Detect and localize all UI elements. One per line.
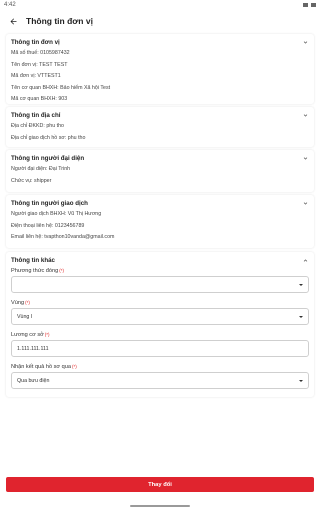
required-mark: (*): [59, 268, 64, 273]
change-button[interactable]: Thay đổi: [6, 477, 314, 492]
back-button[interactable]: [6, 14, 20, 28]
representative-info-header[interactable]: Thông tin người đại diện: [11, 153, 309, 164]
chevron-down-icon: [301, 112, 309, 120]
unit-code-text: Mã đơn vị: VTTEST1: [11, 73, 61, 80]
wifi-icon: [303, 3, 308, 7]
battery-icon: [311, 3, 316, 7]
unit-info-header[interactable]: Thông tin đơn vị: [11, 37, 309, 48]
status-bar: 4:42: [0, 0, 320, 10]
dropdown-arrow-icon: [299, 283, 303, 286]
chevron-down-icon: [301, 200, 309, 208]
unit-info-card: Thông tin đơn vị Mã số thuế: 0105987432 …: [6, 34, 314, 104]
unit-name-text: Tên đơn vị: TEST TEST: [11, 61, 68, 68]
other-info-header[interactable]: Thông tin khác: [11, 255, 309, 266]
main-content: Thông tin đơn vị Mã số thuế: 0105987432 …: [0, 34, 320, 400]
chevron-down-icon: [301, 155, 309, 163]
status-icons: [303, 3, 316, 7]
status-time: 4:42: [4, 2, 16, 8]
representative-text: Người đại diện: Đại Trinh: [11, 166, 71, 172]
position-text: Chức vụ: shipper: [11, 177, 52, 184]
agency-code-text: Mã cơ quan BHXH: 903: [11, 96, 68, 103]
receive-method-select[interactable]: Qua bưu điện: [11, 372, 309, 389]
page-title: Thông tin đơn vị: [26, 16, 93, 26]
receive-method-value: Qua bưu điện: [17, 377, 50, 384]
base-salary-input[interactable]: 1.111.111.111: [11, 340, 309, 357]
contact-phone-text: Điện thoại liên hệ: 0123456789: [11, 222, 85, 229]
address-info-card: Thông tin địa chỉ Địa chỉ ĐKKD: phu tho …: [6, 107, 314, 147]
address-info-header[interactable]: Thông tin địa chỉ: [11, 110, 309, 121]
required-mark: (*): [44, 332, 50, 337]
representative-info-card: Thông tin người đại diện Người đại diện:…: [6, 150, 314, 192]
contact-email-text: Email liên hệ: tvapthon10vanda@gmail.com: [11, 234, 115, 241]
payment-method-select[interactable]: [11, 276, 309, 293]
contact-info-card: Thông tin người giao dịch Người giao dịc…: [6, 195, 314, 248]
contact-person-text: Người giao dịch BHXH: Vũ Thị Hương: [11, 211, 102, 217]
required-mark: (*): [71, 364, 77, 369]
section-title: Thông tin người giao dịch: [11, 200, 88, 207]
gesture-bar: [130, 505, 190, 507]
payment-method-label: Phương thức đóng(*): [11, 268, 64, 274]
chevron-up-icon: [301, 257, 309, 265]
base-salary-label: Lương cơ sở(*): [11, 332, 50, 338]
chevron-down-icon: [301, 39, 309, 47]
dropdown-arrow-icon: [299, 315, 303, 318]
region-value: Vùng I: [17, 313, 33, 320]
required-mark: (*): [25, 300, 30, 305]
region-select[interactable]: Vùng I: [11, 308, 309, 325]
section-title: Thông tin đơn vị: [11, 39, 60, 46]
contact-info-header[interactable]: Thông tin người giao dịch: [11, 198, 309, 209]
region-label: Vùng(*): [11, 300, 30, 306]
section-title: Thông tin người đại diện: [11, 155, 85, 162]
transaction-address-text: Địa chỉ giao dịch hồ sơ: phu tho: [11, 134, 86, 141]
base-salary-value: 1.111.111.111: [17, 345, 49, 352]
arrow-left-icon: [10, 18, 16, 24]
business-address-text: Địa chỉ ĐKKD: phu tho: [11, 123, 64, 129]
dropdown-arrow-icon: [299, 379, 303, 382]
receive-method-label: Nhận kết quả hồ sơ qua(*): [11, 364, 77, 370]
tax-code-text: Mã số thuế: 0105987432: [11, 50, 70, 56]
section-title: Thông tin địa chỉ: [11, 112, 61, 119]
agency-name-text: Tên cơ quan BHXH: Bảo hiểm Xã hội Test: [11, 84, 111, 91]
app-bar: Thông tin đơn vị: [0, 10, 320, 32]
section-title: Thông tin khác: [11, 257, 55, 264]
other-info-card: Thông tin khác Phương thức đóng(*) Vùng(…: [6, 252, 314, 397]
